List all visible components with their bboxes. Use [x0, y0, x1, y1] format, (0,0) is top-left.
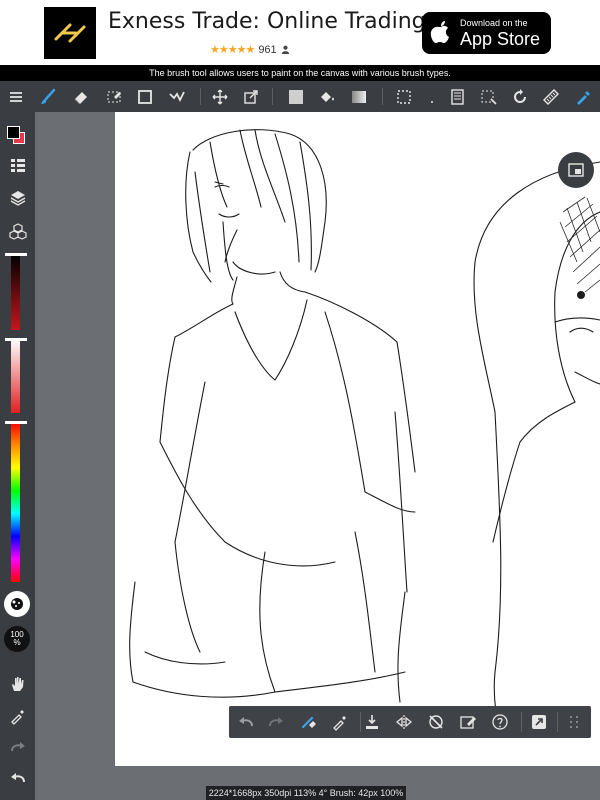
help-icon[interactable] [485, 706, 515, 738]
grid-icon[interactable] [559, 706, 589, 738]
eyedropper-icon[interactable] [0, 703, 35, 729]
redo-icon[interactable] [261, 706, 291, 738]
bottom-divider [521, 712, 522, 732]
snap-off-icon[interactable] [421, 706, 451, 738]
menu-icon[interactable] [2, 81, 30, 112]
undo-icon[interactable] [0, 765, 35, 791]
eyedropper-icon[interactable] [569, 81, 597, 112]
hand-icon[interactable] [0, 671, 35, 697]
store-big-label: App Store [460, 28, 541, 49]
rating-stars: ★★★★★ [210, 44, 255, 56]
ruler-icon[interactable] [537, 81, 565, 112]
rectangle-icon[interactable] [131, 81, 159, 112]
lasso-eraser-icon[interactable] [100, 81, 128, 112]
foreground-color[interactable] [7, 126, 20, 139]
eraser-icon[interactable] [67, 81, 95, 112]
export-icon[interactable] [524, 706, 554, 738]
brush-opacity-button[interactable]: 100 % [4, 626, 30, 652]
app-store-button[interactable]: Download on the App Store [422, 12, 551, 54]
select-pen-icon[interactable] [163, 81, 191, 112]
toolbar-divider [382, 88, 383, 105]
left-sidebar: 100 % [0, 112, 35, 800]
import-icon[interactable] [357, 706, 387, 738]
opacity-handle[interactable] [5, 338, 27, 341]
brush-icon[interactable] [34, 81, 62, 112]
flip-icon[interactable] [389, 706, 419, 738]
edit-icon[interactable] [453, 706, 483, 738]
sketch-drawing [129, 129, 600, 733]
gradient-icon[interactable] [345, 81, 373, 112]
person-icon [281, 45, 289, 54]
fill-color-icon[interactable] [282, 81, 310, 112]
undo-icon[interactable] [231, 706, 261, 738]
exness-logo[interactable] [44, 7, 96, 59]
selection-icon[interactable] [390, 81, 418, 112]
top-toolbar [0, 81, 600, 112]
drawing-canvas[interactable] [115, 112, 600, 766]
toolbar-divider [272, 88, 273, 105]
layer-panel-icon[interactable] [443, 81, 471, 112]
redo-icon[interactable] [0, 734, 35, 760]
brush-preview-button[interactable] [4, 591, 30, 617]
brush-size-handle[interactable] [5, 253, 27, 256]
apple-icon [430, 21, 449, 43]
canvas-status: 2224*1668px 350dpi 113% 4° Brush: 42px 1… [206, 786, 406, 800]
brush-size-slider[interactable] [11, 254, 20, 330]
hue-slider[interactable] [11, 422, 20, 582]
brush-eraser-icon[interactable] [293, 706, 323, 738]
app-root: Exness Trade: Online Trading ★★★★★ 961 D… [0, 0, 600, 800]
ad-banner[interactable]: Exness Trade: Online Trading ★★★★★ 961 D… [0, 0, 600, 65]
eyedropper-icon[interactable] [325, 706, 355, 738]
toolbar-divider [200, 88, 201, 105]
opacity-slider[interactable] [11, 339, 20, 413]
navigator-button[interactable] [558, 152, 594, 188]
brush-list-icon[interactable] [0, 152, 35, 178]
select-area-icon[interactable] [475, 81, 503, 112]
brush-tip-icon [11, 598, 23, 610]
opacity-unit: % [13, 638, 21, 647]
ad-rating: ★★★★★ 961 [210, 43, 290, 56]
bucket-icon[interactable] [313, 81, 341, 112]
tool-hint-bar: The brush tool allows users to paint on … [0, 65, 600, 81]
bottom-toolbar [229, 706, 591, 738]
dot-icon[interactable] [418, 81, 446, 112]
ad-title[interactable]: Exness Trade: Online Trading [108, 9, 426, 34]
transform-icon[interactable] [237, 81, 265, 112]
rating-count: 961 [258, 43, 277, 56]
hue-handle[interactable] [5, 421, 27, 424]
navigator-icon [568, 163, 584, 177]
color-picker[interactable] [7, 126, 25, 144]
rotate-icon[interactable] [506, 81, 534, 112]
layers-icon[interactable] [0, 185, 35, 211]
store-small-label: Download on the [460, 17, 528, 28]
bottom-divider [557, 712, 558, 732]
materials-icon[interactable] [0, 218, 35, 244]
exness-logo-mark [54, 23, 86, 43]
move-icon[interactable] [206, 81, 234, 112]
